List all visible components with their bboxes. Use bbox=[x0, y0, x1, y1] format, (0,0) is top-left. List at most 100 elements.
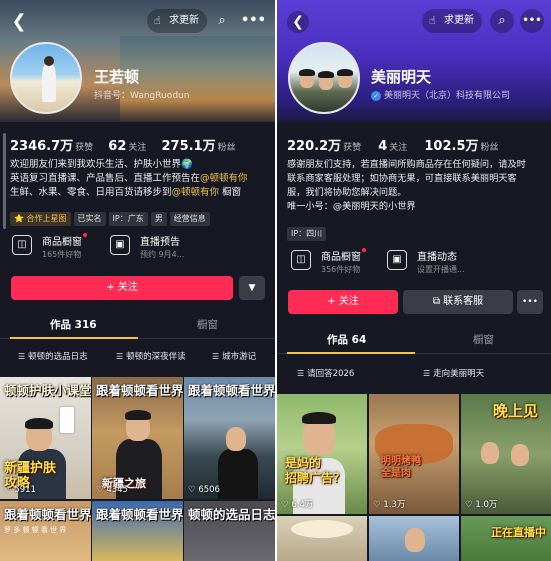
bio-mention-link[interactable]: @顿顿有你 bbox=[172, 187, 220, 198]
tag-ip-location: IP：四川 bbox=[287, 227, 327, 241]
company-verification[interactable]: ✓ 美丽明天（北京）科技有限公司 bbox=[371, 88, 510, 101]
video-tile[interactable]: 跟着顿顿看世界 新疆之旅 ♡ 4345 bbox=[92, 377, 183, 499]
hand-icon: ☝ bbox=[154, 14, 161, 27]
video-tile[interactable] bbox=[277, 516, 367, 561]
profile-stats: 220.2万 获赞 4 关注 102.5万 粉丝 bbox=[287, 135, 541, 154]
feature-subtitle: 356件好物 bbox=[321, 265, 361, 274]
video-tile[interactable]: 顿顿的选品日志 bbox=[184, 501, 275, 561]
video-tile[interactable] bbox=[369, 516, 459, 561]
profile-stats: 2346.7万 获赞 62 关注 275.1万 粉丝 bbox=[10, 135, 265, 154]
shop-window-entry[interactable]: ◫ 商品橱窗 165件好物 bbox=[12, 231, 122, 263]
contact-service-button[interactable]: ⧉ 联系客服 bbox=[403, 290, 513, 314]
video-tile[interactable]: 正在直播中 bbox=[461, 516, 551, 561]
tab-works[interactable]: 作品 316 bbox=[50, 317, 97, 332]
avatar[interactable] bbox=[10, 42, 82, 114]
tab-showcase[interactable]: 橱窗 bbox=[473, 332, 494, 347]
back-icon[interactable]: ❮ bbox=[287, 11, 309, 33]
shop-window-entry[interactable]: ◫ 商品橱窗 356件好物 bbox=[291, 246, 401, 278]
verified-badge-icon: ✓ bbox=[371, 91, 381, 101]
bio-line: 感谢朋友们支持，若直播间所购商品存在任何疑问，请及时 bbox=[287, 159, 526, 170]
video-tile[interactable]: 跟着顿顿看世界 bbox=[92, 501, 183, 561]
live-preview-entry[interactable]: ▣ 直播预告 预约 9月4... bbox=[110, 231, 230, 263]
video-caption: 明明烤鸭 全是肉 bbox=[381, 456, 421, 479]
play-count-value: 6.4万 bbox=[291, 500, 314, 510]
chip-collection[interactable]: ☰ 顿顿的深夜伴读 bbox=[116, 347, 186, 367]
product-bottle bbox=[60, 407, 74, 433]
scrollbar[interactable] bbox=[3, 133, 6, 229]
play-count: ♡ 6.4万 bbox=[281, 500, 314, 510]
feature-subtitle: 设置开播通... bbox=[417, 265, 465, 274]
active-tab-indicator bbox=[10, 337, 138, 339]
profile-bio: 欢迎朋友们来到我欢乐生活、护肤小世界🌍 英语复习直播课、产品售后、直播工作预告在… bbox=[10, 158, 265, 200]
back-icon[interactable]: ❮ bbox=[8, 11, 30, 33]
top-bar: ❮ ☝ 求更新 ⌕ ••• bbox=[277, 8, 551, 36]
request-update-label: 求更新 bbox=[169, 15, 199, 26]
stat-label: 获赞 bbox=[343, 143, 362, 153]
request-update-button[interactable]: ☝ 求更新 bbox=[422, 9, 482, 33]
video-tile[interactable]: 跟着顿顿看世界 ♡ 6506 bbox=[184, 377, 275, 499]
top-bar: ❮ ☝ 求更新 ⌕ ••• bbox=[0, 8, 275, 36]
request-update-button[interactable]: ☝ 求更新 bbox=[147, 9, 207, 33]
chip-collection[interactable]: ☰ 顿顿的选品日志 bbox=[18, 347, 88, 367]
stat-following[interactable]: 62 关注 bbox=[108, 135, 146, 154]
request-update-label: 求更新 bbox=[444, 15, 474, 26]
chip-collection[interactable]: ☰ 走向美丽明天 bbox=[423, 364, 484, 384]
bio-line: 欢迎朋友们来到我欢乐生活、护肤小世界🌍 bbox=[10, 159, 193, 170]
video-tile[interactable]: 是妈的 招聘广告？ ♡ 6.4万 bbox=[277, 394, 367, 514]
video-title: 跟着顿顿看世界 bbox=[188, 383, 275, 398]
live-updates-entry[interactable]: ▣ 直播动态 设置开播通... bbox=[387, 246, 507, 278]
play-count: ♡ 1.0万 bbox=[465, 500, 498, 510]
follow-button[interactable]: + 关注 bbox=[11, 276, 233, 300]
person-face bbox=[481, 442, 499, 464]
video-tile[interactable]: 明明烤鸭 全是肉 ♡ 1.3万 bbox=[369, 394, 459, 514]
search-icon[interactable]: ⌕ bbox=[490, 9, 514, 33]
shop-bag-icon: ◫ bbox=[12, 235, 32, 255]
more-icon[interactable]: ••• bbox=[520, 9, 544, 33]
avatar[interactable] bbox=[288, 42, 360, 114]
tag-star-map[interactable]: ⭐ 合作上星图 bbox=[10, 212, 71, 226]
video-tile[interactable]: 晚上见 ♡ 1.0万 bbox=[461, 394, 551, 514]
stat-value: 220.2万 bbox=[287, 139, 342, 154]
stat-value: 102.5万 bbox=[424, 139, 479, 154]
hand-icon: ☝ bbox=[429, 14, 436, 27]
tag-business-info[interactable]: 经营信息 bbox=[169, 212, 210, 226]
play-count: ♡ 5911 bbox=[4, 485, 36, 495]
more-actions-icon[interactable]: ••• bbox=[517, 290, 543, 314]
account-id[interactable]: 抖音号：WangRuodun bbox=[94, 88, 189, 101]
video-tile[interactable]: 顿顿护肤小课堂 新疆护肤 攻略 ♡ 5911 bbox=[0, 377, 91, 499]
follow-button[interactable]: + 关注 bbox=[288, 290, 398, 314]
video-title: 顿顿护肤小课堂 bbox=[4, 383, 91, 398]
tab-showcase[interactable]: 橱窗 bbox=[197, 317, 218, 332]
bio-line[interactable]: 唯一小号：@美丽明天的小世界 bbox=[287, 200, 541, 214]
chat-icon: ⧉ bbox=[432, 296, 444, 307]
stat-followers[interactable]: 275.1万 粉丝 bbox=[161, 135, 235, 154]
bio-line: 联系商家客服处理；如协商无果，可直接联系美丽明天客 bbox=[287, 173, 517, 184]
content-tabs: 作品 316 橱窗 bbox=[0, 313, 275, 339]
stack-icon: ☰ bbox=[423, 369, 431, 378]
stack-icon: ☰ bbox=[297, 369, 305, 378]
bio-mention-link[interactable]: @顿顿有你 bbox=[200, 173, 248, 184]
video-title: 跟着顿顿看世界 bbox=[96, 383, 183, 398]
video-tile[interactable]: 跟着顿顿看世界 罗 多 顿 顿 看 世 界 bbox=[0, 501, 91, 561]
play-count: ♡ 6506 bbox=[188, 485, 220, 495]
feature-title: 直播动态 bbox=[417, 252, 457, 263]
more-icon[interactable]: ••• bbox=[241, 9, 266, 33]
active-tab-indicator bbox=[287, 352, 415, 354]
screen: ❮ ☝ 求更新 ⌕ ••• 王若顿 抖音号：WangRuodun 2346.7万… bbox=[0, 0, 551, 561]
play-count-value: 6506 bbox=[198, 485, 220, 495]
avatar-hair bbox=[318, 71, 334, 78]
tag-verified: 已实名 bbox=[73, 212, 106, 226]
expand-triangle-icon[interactable]: ▼ bbox=[239, 276, 265, 300]
video-caption: 晚上见 bbox=[493, 402, 539, 420]
stat-followers[interactable]: 102.5万 粉丝 bbox=[424, 135, 498, 154]
profile-bio: 感谢朋友们支持，若直播间所购商品存在任何疑问，请及时 联系商家客服处理；如协商无… bbox=[287, 158, 541, 214]
stat-following[interactable]: 4 关注 bbox=[378, 135, 407, 154]
chip-collection[interactable]: ☰ 请回答2026 bbox=[297, 364, 354, 384]
avatar-figure-head bbox=[44, 56, 54, 66]
profile-tags: ⭐ 合作上星图 已实名 IP：广东男经营信息 bbox=[10, 206, 267, 226]
person-hair bbox=[125, 410, 151, 420]
tab-works[interactable]: 作品 64 bbox=[327, 332, 366, 347]
play-count: ♡ 1.3万 bbox=[373, 500, 406, 510]
chip-collection[interactable]: ☰ 城市游记 bbox=[212, 347, 256, 367]
search-icon[interactable]: ⌕ bbox=[210, 9, 234, 33]
